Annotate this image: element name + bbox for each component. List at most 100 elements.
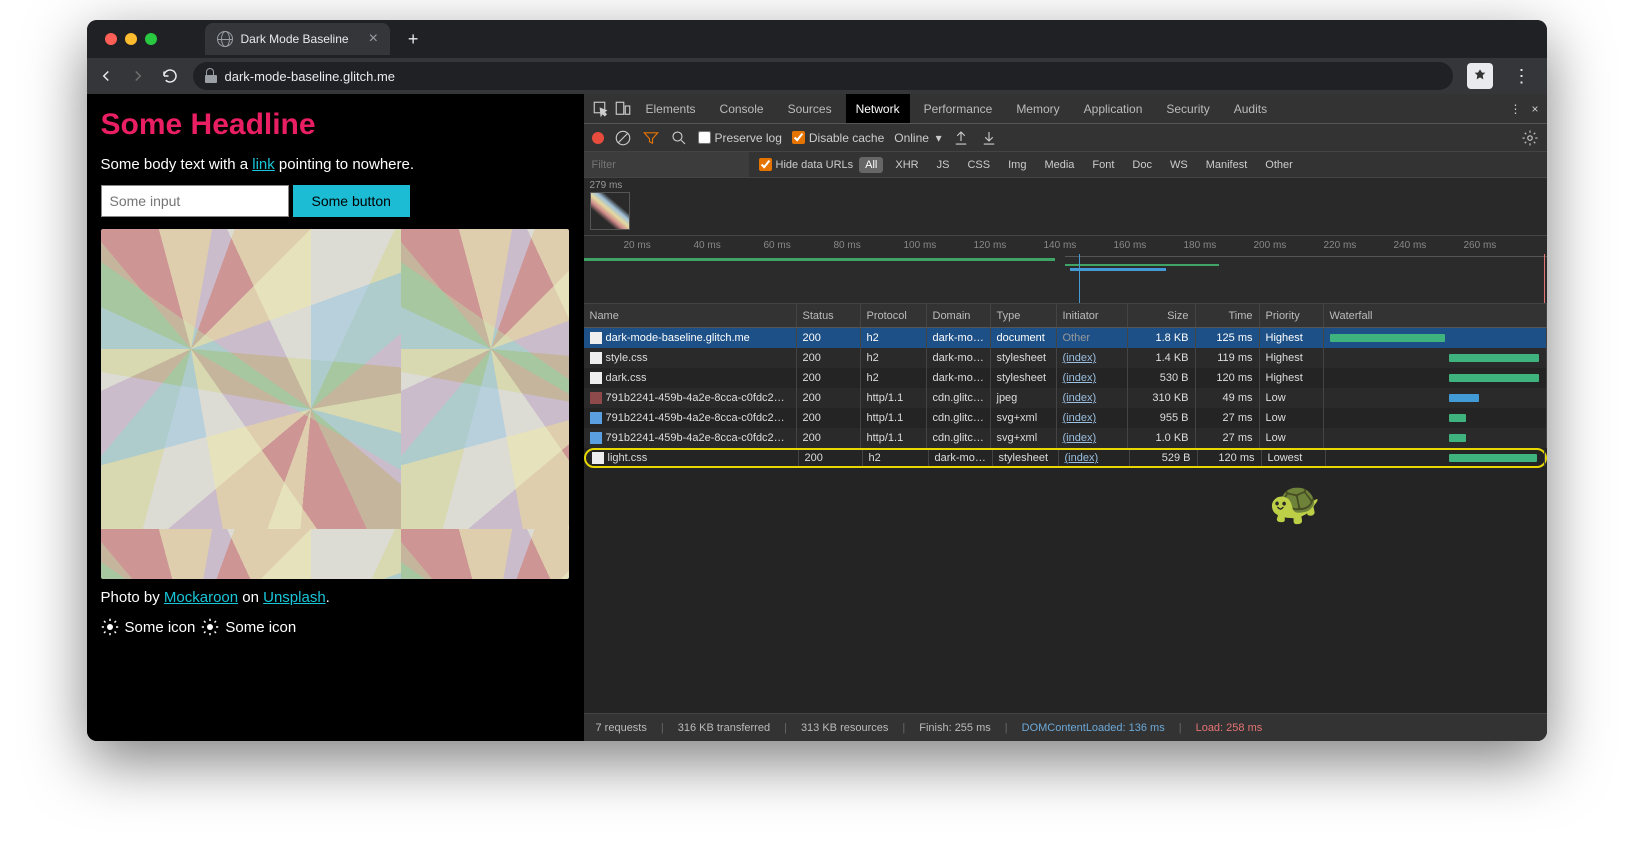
devtools-panel: Elements Console Sources Network Perform…	[584, 94, 1547, 741]
table-row[interactable]: 791b2241-459b-4a2e-8cca-c0fdc2…200http/1…	[584, 388, 1547, 408]
type-js[interactable]: JS	[931, 157, 956, 173]
row-protocol: h2	[861, 328, 927, 348]
reload-icon[interactable]	[161, 67, 179, 85]
close-tab-icon[interactable]: ×	[369, 30, 378, 48]
clear-icon[interactable]	[614, 129, 632, 147]
type-media[interactable]: Media	[1038, 157, 1080, 173]
tab-application[interactable]: Application	[1074, 94, 1153, 123]
tab-audits[interactable]: Audits	[1224, 94, 1277, 123]
th-name[interactable]: Name	[584, 304, 797, 327]
ruler-tick: 60 ms	[764, 240, 791, 251]
row-name: dark-mode-baseline.glitch.me	[606, 332, 750, 344]
filter-icon[interactable]	[642, 129, 660, 147]
row-initiator[interactable]: Other	[1063, 332, 1091, 344]
table-row[interactable]: dark-mode-baseline.glitch.me200h2dark-mo…	[584, 328, 1547, 348]
row-initiator[interactable]: (index)	[1063, 412, 1097, 424]
devtools-menu-icon[interactable]: ⋮	[1509, 102, 1521, 116]
th-protocol[interactable]: Protocol	[861, 304, 927, 327]
th-priority[interactable]: Priority	[1260, 304, 1324, 327]
browser-window: Dark Mode Baseline × + dark-mode-baselin…	[87, 20, 1547, 741]
minimize-window-icon[interactable]	[125, 33, 137, 45]
row-domain: cdn.glitc…	[927, 388, 991, 408]
address-bar[interactable]: dark-mode-baseline.glitch.me	[193, 62, 1453, 90]
type-css[interactable]: CSS	[961, 157, 996, 173]
page-headline: Some Headline	[101, 108, 570, 142]
device-toggle-icon[interactable]	[614, 100, 632, 118]
footer-requests: 7 requests	[596, 722, 647, 734]
row-priority: Highest	[1260, 328, 1324, 348]
type-all[interactable]: All	[859, 157, 883, 173]
upload-icon[interactable]	[952, 129, 970, 147]
new-tab-button[interactable]: +	[408, 29, 419, 50]
row-priority: Highest	[1260, 368, 1324, 388]
row-initiator[interactable]: (index)	[1065, 452, 1099, 464]
inspect-icon[interactable]	[592, 100, 610, 118]
row-type: stylesheet	[991, 368, 1057, 388]
body-link[interactable]: link	[252, 156, 275, 173]
maximize-window-icon[interactable]	[145, 33, 157, 45]
timeline-ruler[interactable]: 20 ms40 ms60 ms80 ms100 ms120 ms140 ms16…	[584, 236, 1547, 304]
titlebar: Dark Mode Baseline × +	[87, 20, 1547, 58]
tab-performance[interactable]: Performance	[914, 94, 1003, 123]
download-icon[interactable]	[980, 129, 998, 147]
icon-label-1: Some icon	[125, 619, 196, 636]
table-row[interactable]: dark.css200h2dark-mo…stylesheet(index)53…	[584, 368, 1547, 388]
row-initiator[interactable]: (index)	[1063, 372, 1097, 384]
table-row[interactable]: style.css200h2dark-mo…stylesheet(index)1…	[584, 348, 1547, 368]
author-link[interactable]: Mockaroon	[164, 589, 238, 606]
tab-elements[interactable]: Elements	[636, 94, 706, 123]
hide-data-urls-checkbox[interactable]: Hide data URLs	[759, 158, 854, 171]
tab-security[interactable]: Security	[1156, 94, 1219, 123]
tab-memory[interactable]: Memory	[1006, 94, 1069, 123]
browser-menu-icon[interactable]: ⋮	[1507, 66, 1537, 87]
type-xhr[interactable]: XHR	[889, 157, 924, 173]
filter-input[interactable]	[584, 152, 749, 177]
type-manifest[interactable]: Manifest	[1200, 157, 1254, 173]
extension-icon[interactable]	[1467, 63, 1493, 89]
th-waterfall[interactable]: Waterfall	[1324, 304, 1547, 327]
browser-tab[interactable]: Dark Mode Baseline ×	[205, 23, 390, 55]
row-type: svg+xml	[991, 408, 1057, 428]
type-font[interactable]: Font	[1086, 157, 1120, 173]
type-ws[interactable]: WS	[1164, 157, 1194, 173]
record-icon[interactable]	[592, 132, 604, 144]
th-initiator[interactable]: Initiator	[1057, 304, 1128, 327]
type-doc[interactable]: Doc	[1126, 157, 1158, 173]
throttling-select[interactable]: Online ▾	[894, 131, 941, 145]
type-img[interactable]: Img	[1002, 157, 1032, 173]
row-name: 791b2241-459b-4a2e-8cca-c0fdc2…	[606, 392, 785, 404]
row-domain: dark-mo…	[927, 368, 991, 388]
screenshot-thumbnail	[590, 192, 630, 230]
disable-cache-checkbox[interactable]: Disable cache	[792, 131, 884, 145]
devtools-close-icon[interactable]: ×	[1531, 102, 1538, 116]
table-row[interactable]: 791b2241-459b-4a2e-8cca-c0fdc2…200http/1…	[584, 428, 1547, 448]
row-initiator[interactable]: (index)	[1063, 432, 1097, 444]
row-status: 200	[797, 408, 861, 428]
th-status[interactable]: Status	[797, 304, 861, 327]
row-initiator[interactable]: (index)	[1063, 352, 1097, 364]
timeline-overview[interactable]: 279 ms	[584, 178, 1547, 236]
table-row[interactable]: 791b2241-459b-4a2e-8cca-c0fdc2…200http/1…	[584, 408, 1547, 428]
preserve-log-checkbox[interactable]: Preserve log	[698, 131, 782, 145]
th-time[interactable]: Time	[1196, 304, 1260, 327]
table-row[interactable]: light.css200h2dark-mo…stylesheet(index)5…	[584, 448, 1547, 468]
ruler-tick: 220 ms	[1324, 240, 1357, 251]
forward-icon[interactable]	[129, 67, 147, 85]
th-domain[interactable]: Domain	[927, 304, 991, 327]
row-time: 120 ms	[1198, 450, 1262, 466]
th-type[interactable]: Type	[991, 304, 1057, 327]
row-initiator[interactable]: (index)	[1063, 392, 1097, 404]
tab-network[interactable]: Network	[846, 94, 910, 123]
back-icon[interactable]	[97, 67, 115, 85]
th-size[interactable]: Size	[1128, 304, 1196, 327]
type-other[interactable]: Other	[1259, 157, 1299, 173]
file-icon	[592, 452, 604, 464]
source-link[interactable]: Unsplash	[263, 589, 326, 606]
settings-gear-icon[interactable]	[1521, 129, 1539, 147]
close-window-icon[interactable]	[105, 33, 117, 45]
demo-input[interactable]	[101, 185, 289, 217]
demo-button[interactable]: Some button	[293, 185, 410, 217]
tab-console[interactable]: Console	[710, 94, 774, 123]
search-icon[interactable]	[670, 129, 688, 147]
tab-sources[interactable]: Sources	[778, 94, 842, 123]
